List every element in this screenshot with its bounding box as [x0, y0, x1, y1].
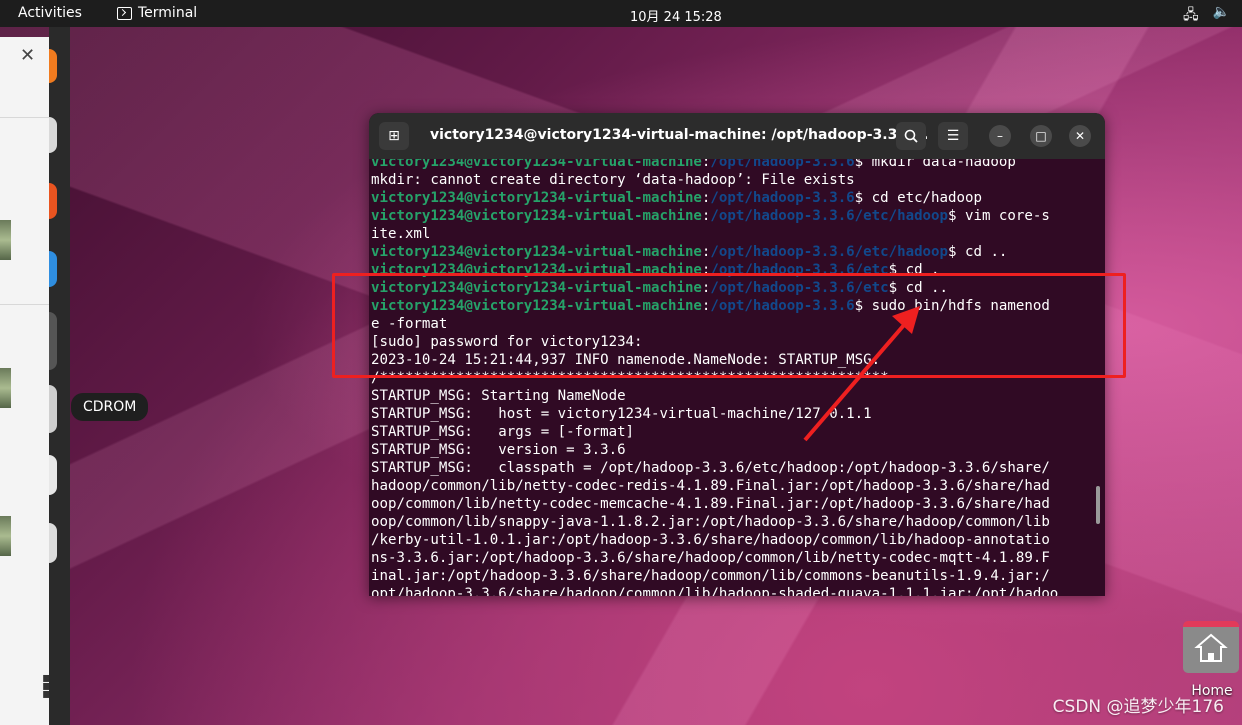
terminal-dock-icon[interactable]	[49, 312, 57, 370]
image-thumbnail[interactable]	[0, 368, 11, 408]
terminal-line: opt/hadoop-3.3.6/share/hadoop/common/lib…	[371, 585, 1093, 596]
search-button[interactable]	[896, 122, 926, 150]
app-center-icon[interactable]	[49, 183, 57, 219]
search-icon	[904, 129, 918, 143]
app-menu[interactable]: Terminal	[117, 5, 197, 21]
terminal-text: $ mkdir data-hadoop	[854, 159, 1016, 170]
image-thumbnail[interactable]	[0, 516, 11, 556]
minimize-icon: –	[997, 129, 1003, 143]
terminal-text: $ cd etc/hadoop	[854, 190, 982, 206]
prompt-path: /opt/hadoop-3.3.6	[710, 159, 855, 170]
terminal-text: /kerby-util-1.0.1.jar:/opt/hadoop-3.3.6/…	[371, 532, 1050, 548]
prompt-path: /opt/hadoop-3.3.6/etc/hadoop	[710, 244, 949, 260]
terminal-icon	[117, 6, 132, 20]
prompt-user: victory1234@victory1234-virtual-machine	[371, 208, 702, 224]
terminal-text: opt/hadoop-3.3.6/share/hadoop/common/lib…	[371, 586, 1059, 596]
clock[interactable]: 10月 24 15:28	[630, 6, 722, 25]
prompt-path: /opt/hadoop-3.3.6	[710, 190, 855, 206]
terminal-text: oop/common/lib/snappy-java-1.1.8.2.jar:/…	[371, 514, 1050, 530]
terminal-line: victory1234@victory1234-virtual-machine:…	[371, 207, 1093, 225]
terminal-line: STARTUP_MSG: classpath = /opt/hadoop-3.3…	[371, 459, 1093, 477]
new-tab-icon: ⊞	[388, 128, 400, 144]
close-button[interactable]: ✕	[1069, 125, 1091, 147]
scrollbar[interactable]	[1096, 486, 1100, 524]
terminal-line: STARTUP_MSG: args = [-format]	[371, 423, 1093, 441]
annotation-arrow	[803, 306, 920, 442]
firefox-icon[interactable]	[49, 49, 57, 83]
minimize-button[interactable]: –	[989, 125, 1011, 147]
home-folder-icon	[1183, 621, 1239, 673]
terminal-text: ite.xml	[371, 226, 431, 242]
maximize-button[interactable]: □	[1030, 125, 1052, 147]
divider	[0, 117, 49, 118]
maximize-icon: □	[1035, 129, 1047, 143]
terminal-line: ns-3.3.6.jar:/opt/hadoop-3.3.6/share/had…	[371, 549, 1093, 567]
activities-button[interactable]: Activities	[18, 5, 82, 21]
terminal-text: STARTUP_MSG: classpath = /opt/hadoop-3.3…	[371, 460, 1050, 476]
dock-tooltip: CDROM	[71, 393, 149, 421]
system-menu[interactable]: 🖧 🔈	[1183, 4, 1230, 28]
terminal-line: inal.jar:/opt/hadoop-3.3.6/share/hadoop/…	[371, 567, 1093, 585]
prompt-path: /opt/hadoop-3.3.6/etc/hadoop	[710, 208, 949, 224]
terminal-text: ns-3.3.6.jar:/opt/hadoop-3.3.6/share/had…	[371, 550, 1050, 566]
terminal-line: oop/common/lib/netty-codec-memcache-4.1.…	[371, 495, 1093, 513]
terminal-text: mkdir: cannot create directory ‘data-had…	[371, 172, 855, 188]
files-icon[interactable]	[49, 117, 57, 153]
network-icon: 🖧	[1182, 7, 1199, 23]
close-icon[interactable]: ✕	[20, 45, 35, 66]
terminal-line: STARTUP_MSG: Starting NameNode	[371, 387, 1093, 405]
close-icon: ✕	[1074, 129, 1086, 143]
terminal-line: victory1234@victory1234-virtual-machine:…	[371, 189, 1093, 207]
side-window: ✕ ▪ ▪ ▪	[0, 37, 52, 725]
highlight-box	[332, 273, 1126, 378]
terminal-line: STARTUP_MSG: host = victory1234-virtual-…	[371, 405, 1093, 423]
menu-button[interactable]: ☰	[938, 122, 968, 150]
volume-icon: 🔈	[1212, 4, 1230, 20]
cdrom-icon[interactable]	[49, 385, 57, 433]
hamburger-icon: ☰	[946, 128, 960, 144]
terminal-line: STARTUP_MSG: version = 3.3.6	[371, 441, 1093, 459]
help-icon[interactable]	[49, 251, 57, 287]
new-tab-button[interactable]: ⊞	[379, 122, 409, 150]
terminal-text: STARTUP_MSG: args = [-format]	[371, 424, 635, 440]
terminal-text: inal.jar:/opt/hadoop-3.3.6/share/hadoop/…	[371, 568, 1050, 584]
home-folder[interactable]: Home	[1183, 621, 1241, 699]
terminal-line: mkdir: cannot create directory ‘data-had…	[371, 171, 1093, 189]
trash-icon[interactable]	[49, 523, 57, 563]
more-icon[interactable]: ▪ ▪ ▪	[42, 671, 52, 701]
prompt-user: victory1234@victory1234-virtual-machine	[371, 190, 702, 206]
terminal-text: hadoop/common/lib/netty-codec-redis-4.1.…	[371, 478, 1050, 494]
dock	[49, 27, 70, 725]
terminal-text: oop/common/lib/netty-codec-memcache-4.1.…	[371, 496, 1050, 512]
top-bar: Activities Terminal 10月 24 15:28 🖧 🔈	[0, 0, 1242, 27]
image-thumbnail[interactable]	[0, 220, 11, 260]
terminal-text: $ vim core-s	[948, 208, 1050, 224]
title-bar[interactable]: ⊞ victory1234@victory1234-virtual-machin…	[369, 113, 1105, 159]
text-editor-icon[interactable]	[49, 455, 57, 495]
terminal-text: STARTUP_MSG: Starting NameNode	[371, 388, 626, 404]
prompt-user: victory1234@victory1234-virtual-machine	[371, 159, 702, 170]
terminal-line: victory1234@victory1234-virtual-machine:…	[371, 159, 1093, 171]
terminal-line: oop/common/lib/snappy-java-1.1.8.2.jar:/…	[371, 513, 1093, 531]
watermark: CSDN @追梦少年176	[1052, 697, 1224, 717]
terminal-text: STARTUP_MSG: host = victory1234-virtual-…	[371, 406, 872, 422]
terminal-line: /kerby-util-1.0.1.jar:/opt/hadoop-3.3.6/…	[371, 531, 1093, 549]
window-title: victory1234@victory1234-virtual-machine:…	[430, 127, 929, 143]
terminal-line: victory1234@victory1234-virtual-machine:…	[371, 243, 1093, 261]
prompt-user: victory1234@victory1234-virtual-machine	[371, 244, 702, 260]
terminal-text: STARTUP_MSG: version = 3.3.6	[371, 442, 626, 458]
terminal-line: ite.xml	[371, 225, 1093, 243]
terminal-line: hadoop/common/lib/netty-codec-redis-4.1.…	[371, 477, 1093, 495]
divider	[0, 304, 49, 305]
app-menu-label: Terminal	[138, 5, 198, 21]
terminal-text: $ cd ..	[948, 244, 1008, 260]
